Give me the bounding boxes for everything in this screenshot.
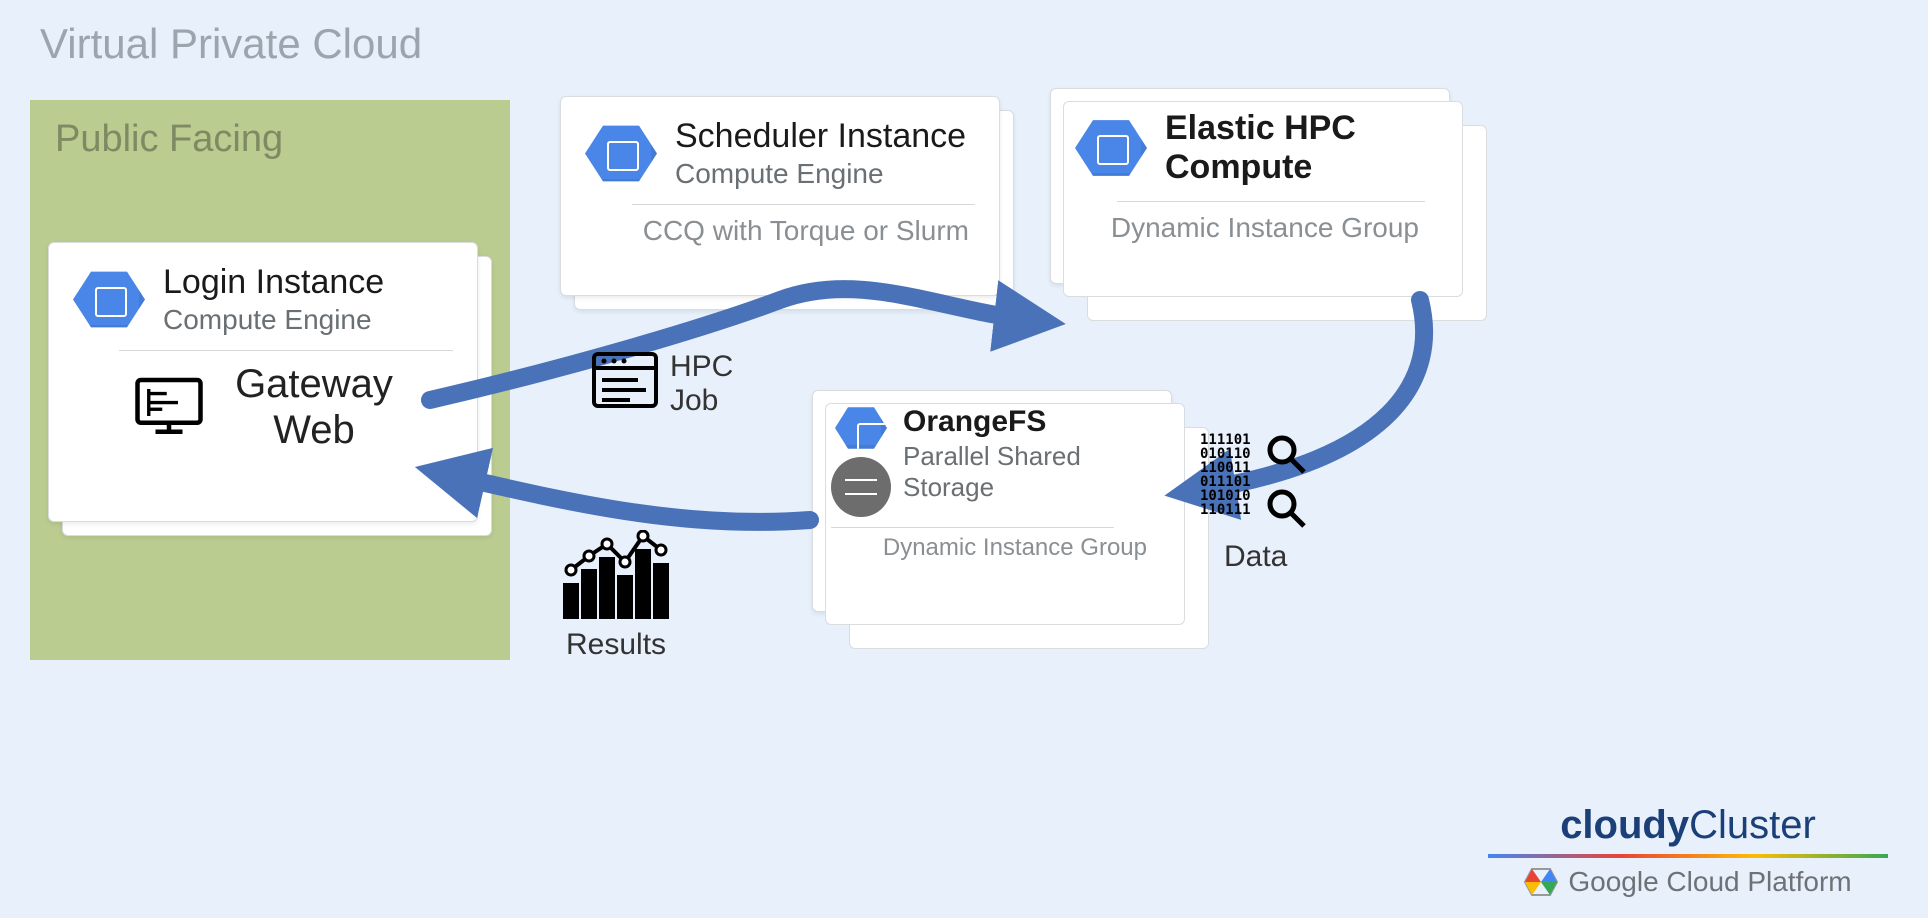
compute-engine-icon xyxy=(835,405,887,451)
divider xyxy=(119,350,453,351)
login-title: Login Instance xyxy=(163,263,384,302)
hpc-job-icon xyxy=(590,350,660,410)
divider xyxy=(632,204,975,205)
vpc-label: Virtual Private Cloud xyxy=(40,20,422,68)
login-instance-card: Login Instance Compute Engine Gateway We… xyxy=(48,242,478,522)
gateway-label: Gateway Web xyxy=(235,361,393,453)
svg-text:110111: 110111 xyxy=(1200,502,1251,518)
gateway-line1: Gateway xyxy=(235,361,393,407)
hpc-l1: HPC xyxy=(670,350,733,383)
gateway-web-icon xyxy=(133,375,205,439)
elastic-hpc-card: Elastic HPC Compute Dynamic Instance Gro… xyxy=(1050,88,1450,284)
data-icon: 111101 010110 110011 011101 101010 11011… xyxy=(1200,430,1310,530)
ofs-sub-l1: Parallel Shared xyxy=(903,441,1081,471)
elastic-title: Elastic HPC Compute xyxy=(1165,109,1356,187)
scheduler-note: CCQ with Torque or Slurm xyxy=(585,215,975,247)
elastic-title-l1: Elastic HPC xyxy=(1165,109,1356,147)
compute-engine-icon xyxy=(585,123,657,185)
orangefs-note: Dynamic Instance Group xyxy=(831,534,1153,562)
compute-engine-icon xyxy=(73,269,145,331)
orangefs-title: OrangeFS xyxy=(903,405,1081,439)
divider xyxy=(831,527,1114,528)
data-label: Data xyxy=(1224,540,1287,574)
scheduler-subtitle: Compute Engine xyxy=(675,158,966,190)
cc-part2: Cluster xyxy=(1689,803,1816,847)
storage-icon xyxy=(831,457,891,517)
scheduler-instance-card: Scheduler Instance Compute Engine CCQ wi… xyxy=(560,96,1000,296)
orangefs-card: OrangeFS Parallel Shared Storage Dynamic… xyxy=(812,390,1172,612)
gateway-line2: Web xyxy=(235,407,393,453)
divider xyxy=(1117,201,1425,202)
footer-logos: cloudyCluster Google Cloud Platform xyxy=(1488,803,1888,898)
ofs-sub-l2: Storage xyxy=(903,472,994,502)
results-label: Results xyxy=(566,628,666,662)
gcp-text: Google Cloud Platform xyxy=(1568,866,1851,898)
scheduler-title: Scheduler Instance xyxy=(675,117,966,156)
login-subtitle: Compute Engine xyxy=(163,304,384,336)
orangefs-subtitle: Parallel Shared Storage xyxy=(903,441,1081,503)
gcp-hex-icon xyxy=(1524,867,1558,897)
cloudycluster-logo: cloudyCluster xyxy=(1488,803,1888,858)
hpc-l2: Job xyxy=(670,384,718,417)
gcp-logo: Google Cloud Platform xyxy=(1488,866,1888,898)
cc-part1: cloudy xyxy=(1560,803,1689,847)
elastic-title-l2: Compute xyxy=(1165,148,1312,186)
hpc-job-label: HPC Job xyxy=(670,350,733,418)
compute-engine-icon xyxy=(1075,117,1147,179)
results-icon xyxy=(560,530,670,620)
public-facing-label: Public Facing xyxy=(55,118,283,161)
elastic-note: Dynamic Instance Group xyxy=(1075,212,1425,244)
